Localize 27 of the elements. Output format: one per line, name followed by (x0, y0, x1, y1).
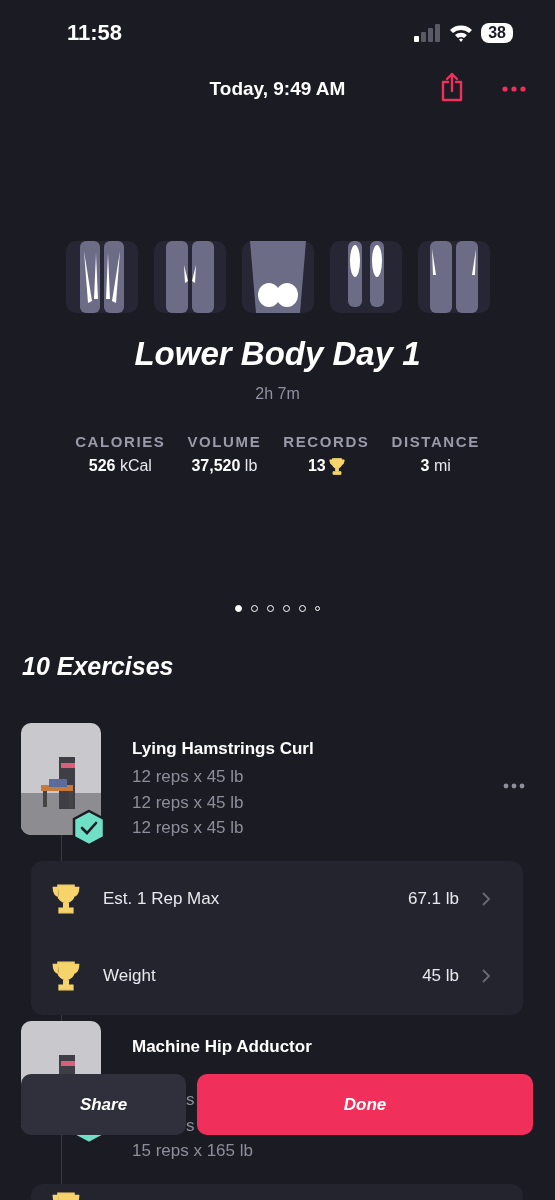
set-summary: s (186, 1114, 195, 1137)
stat-value: 37,520 lb (191, 457, 258, 475)
stat-label: VOLUME (187, 433, 262, 450)
record-value: 67.1 lb (407, 889, 459, 909)
record-label: Weight (103, 966, 157, 986)
done-button[interactable]: Done (197, 1074, 533, 1135)
exercise-name[interactable]: Machine Hip Adductor (132, 1036, 312, 1057)
stat-value: 3 mi (420, 457, 451, 475)
exercises-heading: 10 Exercises (22, 652, 175, 681)
stat-value: 526 kCal (88, 457, 152, 475)
exercise-name[interactable]: Lying Hamstrings Curl (132, 739, 314, 759)
record-value: 45 lb (422, 966, 459, 986)
stat-label: CALORIES (75, 433, 166, 450)
workout-title: Lower Body Day 1 (133, 335, 422, 373)
set-summary: 12 reps x 45 lb (132, 766, 244, 788)
status-time: 11:58 (67, 20, 123, 46)
stat-label: RECORDS (283, 433, 370, 450)
set-summary: 12 reps x 45 lb (132, 791, 244, 814)
stat-value: 13 (307, 457, 326, 475)
workout-date: Today, 9:49 AM (209, 78, 346, 100)
stat-label: DISTANCE (391, 433, 480, 450)
set-summary: s (186, 1089, 195, 1111)
set-summary: 12 reps x 45 lb (132, 817, 244, 839)
battery-indicator: 38 (481, 23, 513, 43)
workout-duration: 2h 7m (254, 385, 301, 403)
record-label: Est. 1 Rep Max (103, 889, 221, 909)
set-summary: 15 reps x 165 lb (132, 1140, 253, 1162)
